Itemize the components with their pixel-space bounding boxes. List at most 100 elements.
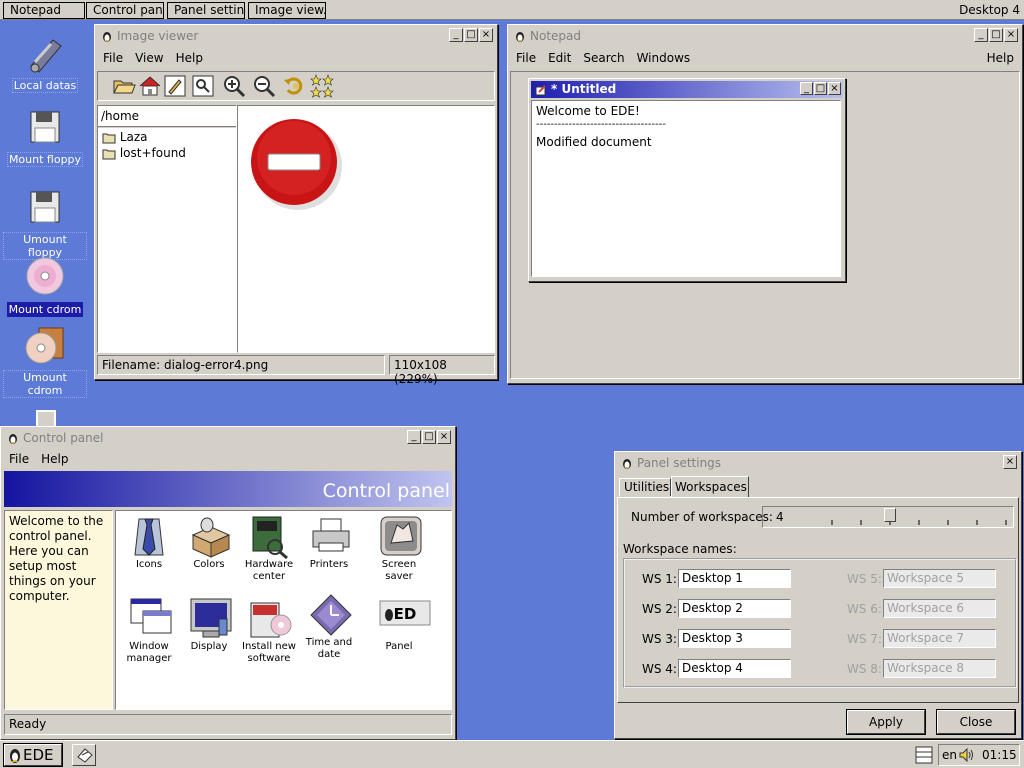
- menu-windows[interactable]: Windows: [631, 51, 697, 65]
- ws3-input[interactable]: Desktop 3: [678, 629, 791, 648]
- num-workspaces-label: Number of workspaces:: [631, 510, 773, 524]
- printer-icon: [309, 515, 350, 555]
- close-button[interactable]: ×: [1004, 28, 1018, 42]
- menu-search[interactable]: Search: [577, 51, 630, 65]
- folder-item[interactable]: lost+found: [102, 146, 186, 160]
- image-viewer-titlebar[interactable]: Image viewer _ □ ×: [97, 27, 495, 45]
- volume-icon[interactable]: [959, 748, 975, 762]
- text-line: Modified document: [536, 135, 652, 149]
- workspace-pager-icon[interactable]: [914, 745, 934, 765]
- control-panel-titlebar[interactable]: Control panel _ □ ×: [3, 429, 453, 447]
- notepad-titlebar[interactable]: Notepad _ □ ×: [510, 27, 1020, 45]
- desktop-icon-local-datas[interactable]: Local datas: [3, 32, 87, 93]
- zoom-in-icon[interactable]: [222, 74, 246, 98]
- image-display-area[interactable]: [237, 105, 495, 353]
- ws2-input[interactable]: Desktop 2: [678, 599, 791, 618]
- tab-utilities[interactable]: Utilities: [619, 478, 671, 496]
- keyboard-layout[interactable]: en: [942, 748, 957, 762]
- windows-icon: [129, 597, 172, 637]
- status-bar: Ready: [4, 714, 452, 735]
- apply-button[interactable]: Apply: [846, 709, 926, 735]
- open-folder-icon[interactable]: [112, 75, 136, 97]
- cp-item-window-manager[interactable]: Window manager: [117, 597, 181, 665]
- show-desktop-button[interactable]: [72, 744, 96, 766]
- num-workspaces-slider[interactable]: 4: [762, 506, 1014, 528]
- menu-file[interactable]: File: [510, 51, 542, 65]
- folder-item[interactable]: Laza: [102, 130, 148, 144]
- menu-edit[interactable]: Edit: [542, 51, 577, 65]
- menu-help[interactable]: Help: [170, 51, 209, 65]
- slideshow-stars-icon[interactable]: [310, 74, 334, 98]
- ws1-input[interactable]: Desktop 1: [678, 569, 791, 588]
- maximize-button[interactable]: □: [989, 28, 1003, 42]
- start-label: EDE: [23, 746, 54, 764]
- menu-help[interactable]: Help: [981, 51, 1020, 65]
- close-button[interactable]: ×: [1003, 455, 1017, 469]
- desktop-icon-mount-floppy[interactable]: Mount floppy: [3, 106, 87, 167]
- cp-item-time-date[interactable]: Time and date: [297, 593, 361, 661]
- svg-text:ED: ED: [394, 605, 417, 623]
- maximize-button[interactable]: □: [814, 82, 827, 95]
- panel-settings-window: Panel settings × Utilities Workspaces Nu…: [614, 451, 1022, 739]
- window-title: Image viewer: [117, 29, 199, 43]
- maximize-button[interactable]: □: [464, 28, 478, 42]
- menu-file[interactable]: File: [97, 51, 129, 65]
- path-field[interactable]: /home: [98, 106, 236, 128]
- desktop-icon-label: Mount cdrom: [6, 302, 84, 317]
- text-line: ------------------------------------: [536, 119, 666, 130]
- cp-item-colors[interactable]: Colors: [177, 515, 241, 571]
- filename-status: Filename: dialog-error4.png: [97, 355, 385, 375]
- close-button[interactable]: ×: [437, 430, 451, 444]
- cp-item-printers[interactable]: Printers: [297, 515, 361, 571]
- zoom-out-icon[interactable]: [252, 74, 276, 98]
- minimize-button[interactable]: _: [449, 28, 463, 42]
- rotate-icon[interactable]: [282, 74, 306, 98]
- ede-panel-icon: ED: [379, 597, 431, 637]
- start-menu-button[interactable]: EDE: [3, 743, 63, 767]
- monitor-icon: [189, 597, 232, 638]
- desktop-icon-umount-cdrom[interactable]: Umount cdrom: [3, 324, 87, 398]
- desktop-icon-mount-cdrom[interactable]: Mount cdrom: [3, 256, 87, 317]
- hardware-chip-icon: [249, 515, 289, 560]
- ws8-input: Workspace 8: [883, 659, 996, 678]
- cp-item-panel[interactable]: ED Panel: [367, 597, 431, 653]
- task-panel-settings[interactable]: Panel settin..: [167, 2, 245, 19]
- screen-saver-icon: [379, 515, 422, 556]
- control-panel-menubar: File Help: [3, 449, 453, 469]
- document-text-area[interactable]: Welcome to EDE! ------------------------…: [531, 100, 841, 277]
- menu-view[interactable]: View: [129, 51, 169, 65]
- document-titlebar[interactable]: * Untitled _ □ ×: [531, 81, 843, 98]
- cp-item-screen-saver[interactable]: Screen saver: [367, 515, 431, 583]
- ws7-input: Workspace 7: [883, 629, 996, 648]
- document-title: * Untitled: [551, 82, 617, 96]
- cp-item-install-software[interactable]: Install new software: [237, 597, 301, 665]
- clock: 01:15: [982, 748, 1017, 762]
- tab-workspaces[interactable]: Workspaces: [671, 476, 749, 498]
- task-image-viewer[interactable]: Image view..: [248, 2, 326, 19]
- home-icon[interactable]: [138, 75, 162, 97]
- task-notepad[interactable]: Notepad: [3, 2, 85, 19]
- menu-help[interactable]: Help: [35, 452, 74, 466]
- close-button[interactable]: ×: [479, 28, 493, 42]
- ws6-label: WS 6:: [847, 602, 882, 616]
- cp-item-hardware-center[interactable]: Hardware center: [237, 515, 301, 583]
- edit-icon[interactable]: [164, 75, 186, 97]
- slider-thumb[interactable]: [884, 508, 896, 522]
- close-button[interactable]: ×: [828, 82, 841, 95]
- maximize-button[interactable]: □: [422, 430, 436, 444]
- tux-icon: [103, 32, 111, 42]
- cp-item-icons[interactable]: Icons: [117, 515, 181, 571]
- minimize-button[interactable]: _: [407, 430, 421, 444]
- close-dialog-button[interactable]: Close: [936, 709, 1016, 735]
- task-control-panel[interactable]: Control pan..: [86, 2, 164, 19]
- minimize-button[interactable]: _: [974, 28, 988, 42]
- cp-item-display[interactable]: Display: [177, 597, 241, 653]
- ws4-input[interactable]: Desktop 4: [678, 659, 791, 678]
- desktop-icon-umount-floppy[interactable]: Umount floppy: [3, 186, 87, 260]
- cdrom-icon: [23, 256, 67, 300]
- menu-file[interactable]: File: [3, 452, 35, 466]
- panel-settings-titlebar[interactable]: Panel settings ×: [617, 454, 1019, 472]
- zoom-fit-icon[interactable]: [192, 75, 214, 97]
- minimize-button[interactable]: _: [800, 82, 813, 95]
- tie-icon: [129, 515, 169, 556]
